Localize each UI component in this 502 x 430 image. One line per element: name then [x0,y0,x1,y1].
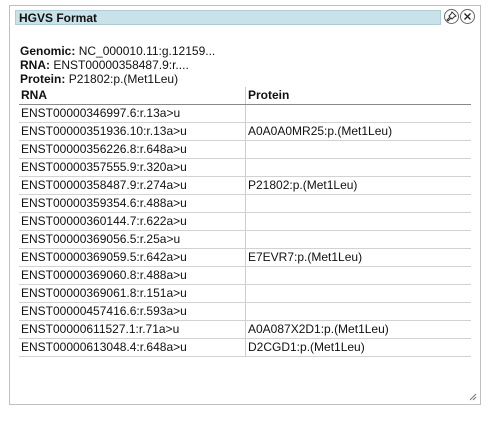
table-row: ENST00000369061.8:r.151a>u [19,284,471,303]
resize-grip-icon[interactable] [468,392,477,401]
rna-cell: ENST00000351936.10:r.13a>u [19,122,246,141]
protein-cell [245,140,471,159]
table-row: ENST00000369059.5:r.642a>u E7EVR7:p.(Met1… [19,248,471,267]
protein-cell [245,212,471,231]
close-icon[interactable] [460,9,475,24]
rna-cell: ENST00000613048.4:r.648a>u [19,338,246,357]
protein-cell [245,284,471,303]
rna-cell: ENST00000369060.8:r.488a>u [19,266,246,285]
rna-label: RNA: [20,58,50,72]
rna-cell: ENST00000369056.5:r.25a>u [19,230,246,249]
protein-value: P21802:p.(Met1Leu) [68,72,179,86]
rna-cell: ENST00000457416.6:r.593a>u [19,302,246,321]
protein-cell [245,302,471,321]
table-row: ENST00000369060.8:r.488a>u [19,266,471,285]
protein-cell: A0A0A0MR25:p.(Met1Leu) [245,122,471,141]
protein-label: Protein: [20,72,66,86]
protein-cell [245,266,471,285]
rna-line: RNA: ENST00000358487.9:r.... [20,58,215,72]
table-row: ENST00000346997.6:r.13a>u [19,104,471,123]
table-row: ENST00000611527.1:r.71a>u A0A087X2D1:p.(M… [19,320,471,339]
table-row: ENST00000356226.8:r.648a>u [19,140,471,159]
genomic-value: NC_000010.11:g.12159... [78,44,216,58]
hgvs-table: RNA Protein ENST00000346997.6:r.13a>u EN… [19,87,471,357]
protein-cell [245,230,471,249]
table-row: ENST00000613048.4:r.648a>u D2CGD1:p.(Met1… [19,338,471,357]
protein-line: Protein: P21802:p.(Met1Leu) [20,72,215,86]
column-header-rna: RNA [19,87,246,105]
rna-cell: ENST00000611527.1:r.71a>u [19,320,246,339]
genomic-label: Genomic: [20,44,76,58]
pin-icon[interactable] [444,9,459,24]
table-row: ENST00000357555.9:r.320a>u [19,158,471,177]
dialog-title: HGVS Format [19,11,98,25]
rna-cell: ENST00000369059.5:r.642a>u [19,248,246,267]
rna-cell: ENST00000358487.9:r.274a>u [19,176,246,195]
protein-cell: D2CGD1:p.(Met1Leu) [245,338,471,357]
rna-cell: ENST00000346997.6:r.13a>u [19,104,246,123]
protein-cell: E7EVR7:p.(Met1Leu) [245,248,471,267]
table-row: ENST00000457416.6:r.593a>u [19,302,471,321]
column-header-protein: Protein [245,87,471,105]
protein-cell [245,194,471,213]
dialog-titlebar[interactable]: HGVS Format [15,10,441,25]
genomic-line: Genomic: NC_000010.11:g.12159... [20,44,215,58]
table-header-row: RNA Protein [19,87,471,105]
rna-cell: ENST00000357555.9:r.320a>u [19,158,246,177]
rna-cell: ENST00000359354.6:r.488a>u [19,194,246,213]
rna-cell: ENST00000356226.8:r.648a>u [19,140,246,159]
hgvs-format-dialog: HGVS Format Genomic: NC_000010.11:g.1215… [9,5,481,405]
table-row: ENST00000358487.9:r.274a>u P21802:p.(Met1… [19,176,471,195]
rna-value: ENST00000358487.9:r.... [53,58,189,72]
protein-cell: P21802:p.(Met1Leu) [245,176,471,195]
protein-cell: A0A087X2D1:p.(Met1Leu) [245,320,471,339]
table-row: ENST00000369056.5:r.25a>u [19,230,471,249]
protein-cell [245,158,471,177]
variant-summary: Genomic: NC_000010.11:g.12159... RNA: EN… [20,44,215,86]
rna-cell: ENST00000360144.7:r.622a>u [19,212,246,231]
table-row: ENST00000360144.7:r.622a>u [19,212,471,231]
table-row: ENST00000351936.10:r.13a>u A0A0A0MR25:p.(… [19,122,471,141]
rna-cell: ENST00000369061.8:r.151a>u [19,284,246,303]
table-row: ENST00000359354.6:r.488a>u [19,194,471,213]
protein-cell [245,104,471,123]
